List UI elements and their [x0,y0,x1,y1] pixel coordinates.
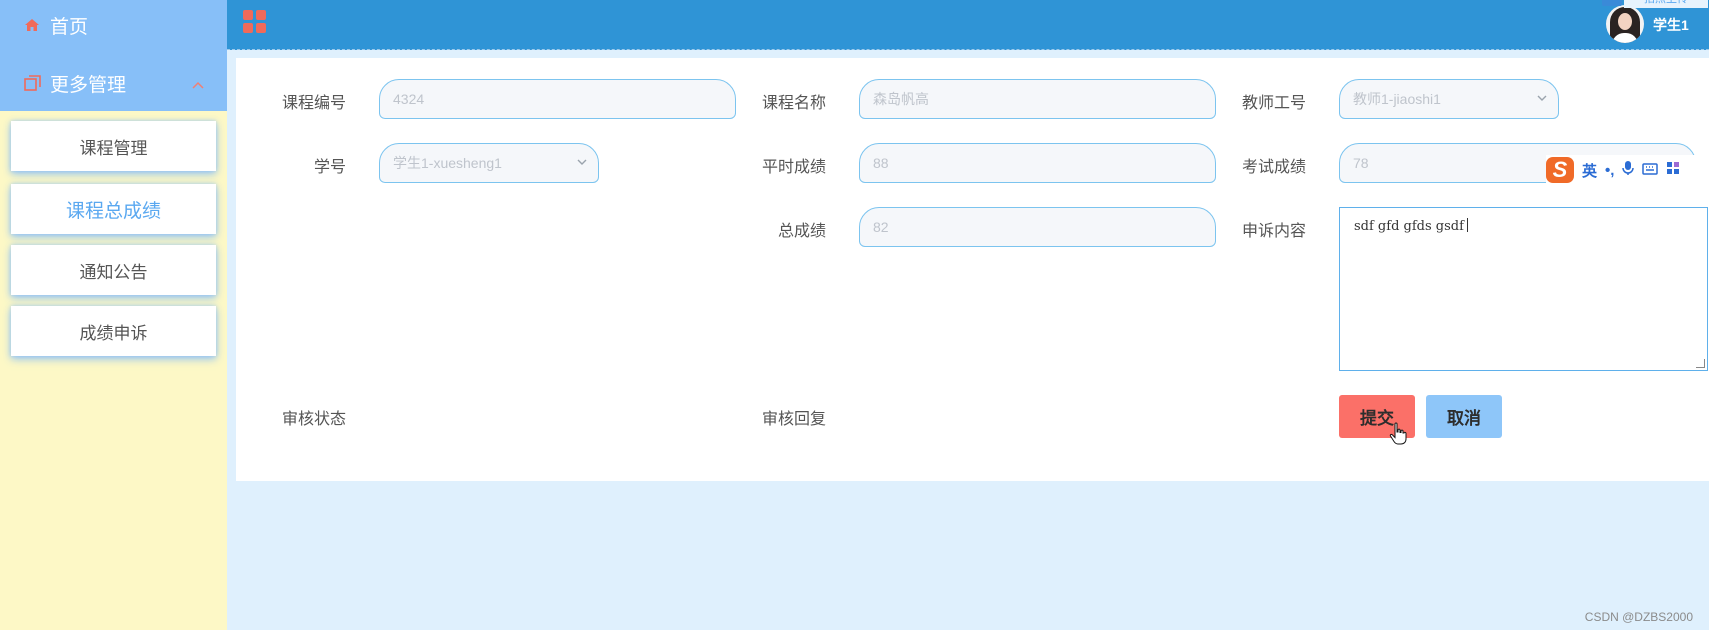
review-reply-label: 审核回复 [761,411,826,428]
cancel-button[interactable]: 取消 [1426,395,1502,438]
sidebar-item-notices[interactable]: 通知公告 [11,245,216,295]
ime-lang[interactable]: 英 [1582,160,1597,181]
usual-score-field[interactable]: 88 [859,143,1216,183]
usual-score-label: 平时成绩 [761,159,826,176]
username[interactable]: 学生1 [1653,15,1689,35]
course-no-label: 课程编号 [281,95,346,112]
student-no-value: 学生1-xuesheng1 [393,155,502,171]
upload-tag[interactable]: 拍照上传 [1624,0,1708,8]
ime-toolbar: S 英 •, [1546,155,1706,185]
total-score-field[interactable]: 82 [859,207,1216,247]
chevron-up-icon [191,74,205,96]
nav-more-management[interactable]: 更多管理 [0,58,227,108]
toolbox-icon[interactable] [1666,161,1680,179]
keyboard-icon[interactable] [1642,162,1659,179]
teacher-no-value: 教师1-jiaoshi1 [1353,91,1441,107]
total-score-label: 总成绩 [777,223,826,240]
sidebar: 首页 更多管理 课程管理 课程总成绩 通知公告 成绩申诉 [0,0,227,630]
nav-home[interactable]: 首页 [0,0,227,50]
sidebar-item-course-total-score[interactable]: 课程总成绩 [11,184,216,234]
sidebar-item-course-management[interactable]: 课程管理 [11,121,216,171]
teacher-no-select[interactable]: 教师1-jiaoshi1 [1339,79,1559,119]
sidebar-item-label: 课程管理 [79,138,148,158]
sidebar-item-label: 通知公告 [79,262,148,282]
copy-icon [23,74,41,92]
grid-menu-icon[interactable] [243,10,267,34]
exam-score-label: 考试成绩 [1241,159,1306,176]
nav-home-label: 首页 [50,16,89,38]
student-no-label: 学号 [313,159,346,176]
course-name-field[interactable]: 森岛帆高 [859,79,1216,119]
watermark: CSDN @DZBS2000 [1584,610,1693,624]
appeal-textarea[interactable]: sdf gfd gfds gsdf [1339,207,1708,371]
microphone-icon[interactable] [1622,160,1635,180]
sidebar-item-label: 课程总成绩 [65,200,161,222]
chevron-down-icon [576,144,588,197]
sogou-logo-icon[interactable]: S [1546,157,1574,183]
student-no-select[interactable]: 学生1-xuesheng1 [379,143,599,183]
ime-punct[interactable]: •, [1605,162,1614,179]
sidebar-header: 首页 更多管理 [0,0,227,111]
course-no-field[interactable]: 4324 [379,79,736,119]
text-caret [1466,218,1468,232]
review-status-label: 审核状态 [281,411,346,428]
camera-icon[interactable] [1602,0,1622,6]
resize-handle[interactable] [1696,359,1705,368]
home-icon [23,16,41,34]
nav-more-label: 更多管理 [50,74,127,96]
top-bar: 学生1 [227,0,1709,50]
appeal-label: 申诉内容 [1241,223,1306,240]
hand-cursor-icon [1389,422,1407,445]
sidebar-item-score-appeal[interactable]: 成绩申诉 [11,306,216,356]
sidebar-item-label: 成绩申诉 [79,323,148,343]
appeal-text: sdf gfd gfds gsdf [1354,219,1464,234]
chevron-down-icon [1536,80,1548,133]
teacher-no-label: 教师工号 [1241,95,1306,112]
form-panel: 课程编号 4324 课程名称 森岛帆高 教师工号 教师1-jiaoshi1 学号… [236,58,1709,481]
avatar[interactable] [1606,5,1644,43]
course-name-label: 课程名称 [761,95,826,112]
